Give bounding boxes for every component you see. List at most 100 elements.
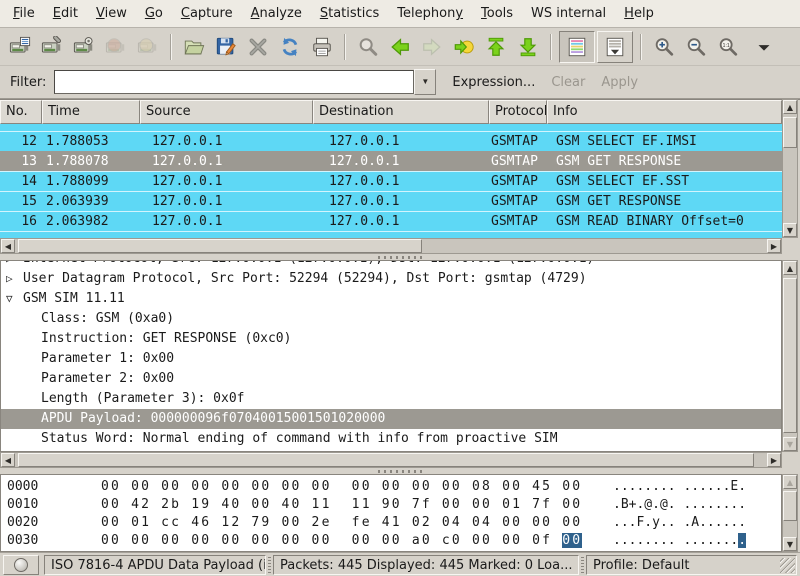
detail-row[interactable]: Class: GSM (0xa0) (1, 309, 781, 329)
packet-cell-destination: 127.0.0.1 (313, 172, 489, 191)
scroll-thumb[interactable] (18, 239, 422, 253)
menu-item-view[interactable]: View (87, 2, 136, 25)
packet-row-partial[interactable] (0, 231, 782, 238)
scroll-left-arrow[interactable]: ◀ (1, 453, 15, 467)
menu-item-edit[interactable]: Edit (44, 2, 87, 25)
menu-item-file[interactable]: File (4, 2, 44, 25)
capture-stop-button[interactable] (101, 31, 131, 63)
go-back-button[interactable] (385, 31, 415, 63)
detail-row[interactable]: ▷Internet Protocol, Src: 127.0.0.1 (127.… (1, 261, 781, 269)
hex-row[interactable]: 002000 01 cc 46 12 79 00 2e fe 41 02 04 … (1, 514, 781, 532)
filter-input[interactable] (54, 70, 414, 94)
status-resize-handle[interactable] (268, 557, 271, 573)
go-top-button[interactable] (481, 31, 511, 63)
packet-bytes-vscrollbar[interactable]: ▲▼ (782, 474, 798, 552)
detail-row[interactable]: ▽GSM SIM 11.11 (1, 289, 781, 309)
scroll-thumb[interactable] (783, 278, 797, 433)
detail-row[interactable]: Instruction: GET RESPONSE (0xc0) (1, 329, 781, 349)
menu-item-tools[interactable]: Tools (472, 2, 522, 25)
list-interfaces-button[interactable] (5, 31, 35, 63)
colorize-button[interactable] (559, 31, 595, 63)
detail-row[interactable]: Length (Parameter 3): 0x0f (1, 389, 781, 409)
tree-expander-icon[interactable]: ▽ (6, 289, 13, 309)
zoom-100-button[interactable]: 1:1 (713, 31, 743, 63)
menu-item-go[interactable]: Go (136, 2, 172, 25)
packet-row[interactable]: 131.788078127.0.0.1127.0.0.1GSMTAPGSM GE… (0, 151, 782, 171)
zoom-out-button[interactable] (681, 31, 711, 63)
packet-row[interactable]: 141.788099127.0.0.1127.0.0.1GSMTAPGSM SE… (0, 171, 782, 191)
list-interfaces-icon (9, 36, 31, 58)
save-file-button[interactable] (211, 31, 241, 63)
hex-offset: 0000 (7, 478, 38, 496)
detail-row[interactable]: Parameter 2: 0x00 (1, 369, 781, 389)
goto-packet-button[interactable] (449, 31, 479, 63)
find-packet-button[interactable] (353, 31, 383, 63)
scroll-thumb[interactable] (783, 117, 797, 148)
menu-item-help[interactable]: Help (615, 2, 663, 25)
menu-item-telephony[interactable]: Telephony (388, 2, 472, 25)
packet-list-hscrollbar[interactable]: ◀▶ (0, 238, 782, 254)
packet-row[interactable]: 152.063939127.0.0.1127.0.0.1GSMTAPGSM GE… (0, 191, 782, 211)
apply-button[interactable]: Apply (601, 75, 638, 90)
auto-scroll-button[interactable] (597, 31, 633, 63)
tree-expander-icon[interactable]: ▷ (6, 261, 13, 269)
hex-row[interactable]: 003000 00 00 00 00 00 00 00 00 00 a0 c0 … (1, 532, 781, 550)
column-header-no[interactable]: No. (0, 100, 42, 124)
scroll-up-arrow[interactable]: ▲ (783, 261, 797, 275)
scroll-down-arrow[interactable]: ▼ (783, 223, 797, 237)
scroll-up-arrow[interactable]: ▲ (783, 100, 797, 114)
packet-cell-protocol: GSMTAP (489, 172, 547, 191)
scroll-right-arrow[interactable]: ▶ (767, 453, 781, 467)
clear-button[interactable]: Clear (551, 75, 585, 90)
open-file-button[interactable] (179, 31, 209, 63)
detail-row[interactable]: ▷User Datagram Protocol, Src Port: 52294… (1, 269, 781, 289)
window-resize-grip[interactable] (780, 558, 795, 573)
detail-row[interactable]: Parameter 1: 0x00 (1, 349, 781, 369)
packet-row[interactable]: 162.063982127.0.0.1127.0.0.1GSMTAPGSM RE… (0, 211, 782, 231)
detail-row[interactable]: Status Word: Normal ending of command wi… (1, 429, 781, 449)
hex-bytes: 00 00 00 00 00 00 00 00 00 00 00 00 08 0… (101, 478, 582, 496)
packet-list-vscrollbar[interactable]: ▲▼ (782, 99, 798, 238)
menu-item-analyze[interactable]: Analyze (242, 2, 311, 25)
scroll-down-arrow[interactable]: ▼ (783, 437, 797, 451)
detail-row[interactable]: APDU Payload: 000000096f0704001500150102… (1, 409, 781, 429)
go-forward-button[interactable] (417, 31, 447, 63)
column-header-protocol[interactable]: Protocol (489, 100, 547, 124)
capture-start-button[interactable] (69, 31, 99, 63)
hex-row[interactable]: 001000 42 2b 19 40 00 40 11 11 90 7f 00 … (1, 496, 781, 514)
scroll-thumb[interactable] (783, 491, 797, 521)
column-header-time[interactable]: Time (42, 100, 140, 124)
close-file-button[interactable] (243, 31, 273, 63)
capture-options-button[interactable] (37, 31, 67, 63)
status-resize-handle[interactable] (581, 557, 584, 573)
go-bottom-button[interactable] (513, 31, 543, 63)
menu-item-statistics[interactable]: Statistics (311, 2, 388, 25)
capture-restart-button[interactable] (133, 31, 163, 63)
column-header-destination[interactable]: Destination (313, 100, 489, 124)
expression-button[interactable]: Expression... (452, 75, 535, 90)
tree-expander-icon[interactable]: ▷ (6, 269, 13, 289)
expert-info-button[interactable] (3, 555, 39, 575)
scroll-right-arrow[interactable]: ▶ (767, 239, 781, 253)
print-button[interactable] (307, 31, 337, 63)
hex-ascii: ........ ......E. (613, 478, 746, 496)
scroll-thumb[interactable] (18, 453, 754, 467)
overflow-button[interactable] (754, 31, 774, 63)
packet-details-hscrollbar[interactable]: ◀▶ (0, 452, 782, 468)
hex-byte-selected: 00 (562, 533, 582, 548)
menu-item-ws-internal[interactable]: WS internal (522, 2, 615, 25)
filter-dropdown-button[interactable]: ▼ (414, 69, 436, 95)
packet-row[interactable]: 111.778351127.0.0.1127.0.0.1GSMTAPGT (0, 124, 782, 131)
scroll-left-arrow[interactable]: ◀ (1, 239, 15, 253)
column-header-source[interactable]: Source (140, 100, 313, 124)
reload-button[interactable] (275, 31, 305, 63)
packet-cell-no: 12 (0, 132, 42, 151)
scroll-down-arrow[interactable]: ▼ (783, 537, 797, 551)
scroll-up-arrow[interactable]: ▲ (783, 475, 797, 489)
hex-row[interactable]: 0000 00 00 00 00 00 00 00 00 00 00 00 00 … (1, 478, 781, 496)
packet-details-vscrollbar[interactable]: ▲▼ (782, 260, 798, 452)
packet-row[interactable]: 121.788053127.0.0.1127.0.0.1GSMTAPGSM SE… (0, 131, 782, 151)
zoom-in-button[interactable] (649, 31, 679, 63)
menu-item-capture[interactable]: Capture (172, 2, 242, 25)
column-header-info[interactable]: Info (547, 100, 782, 124)
